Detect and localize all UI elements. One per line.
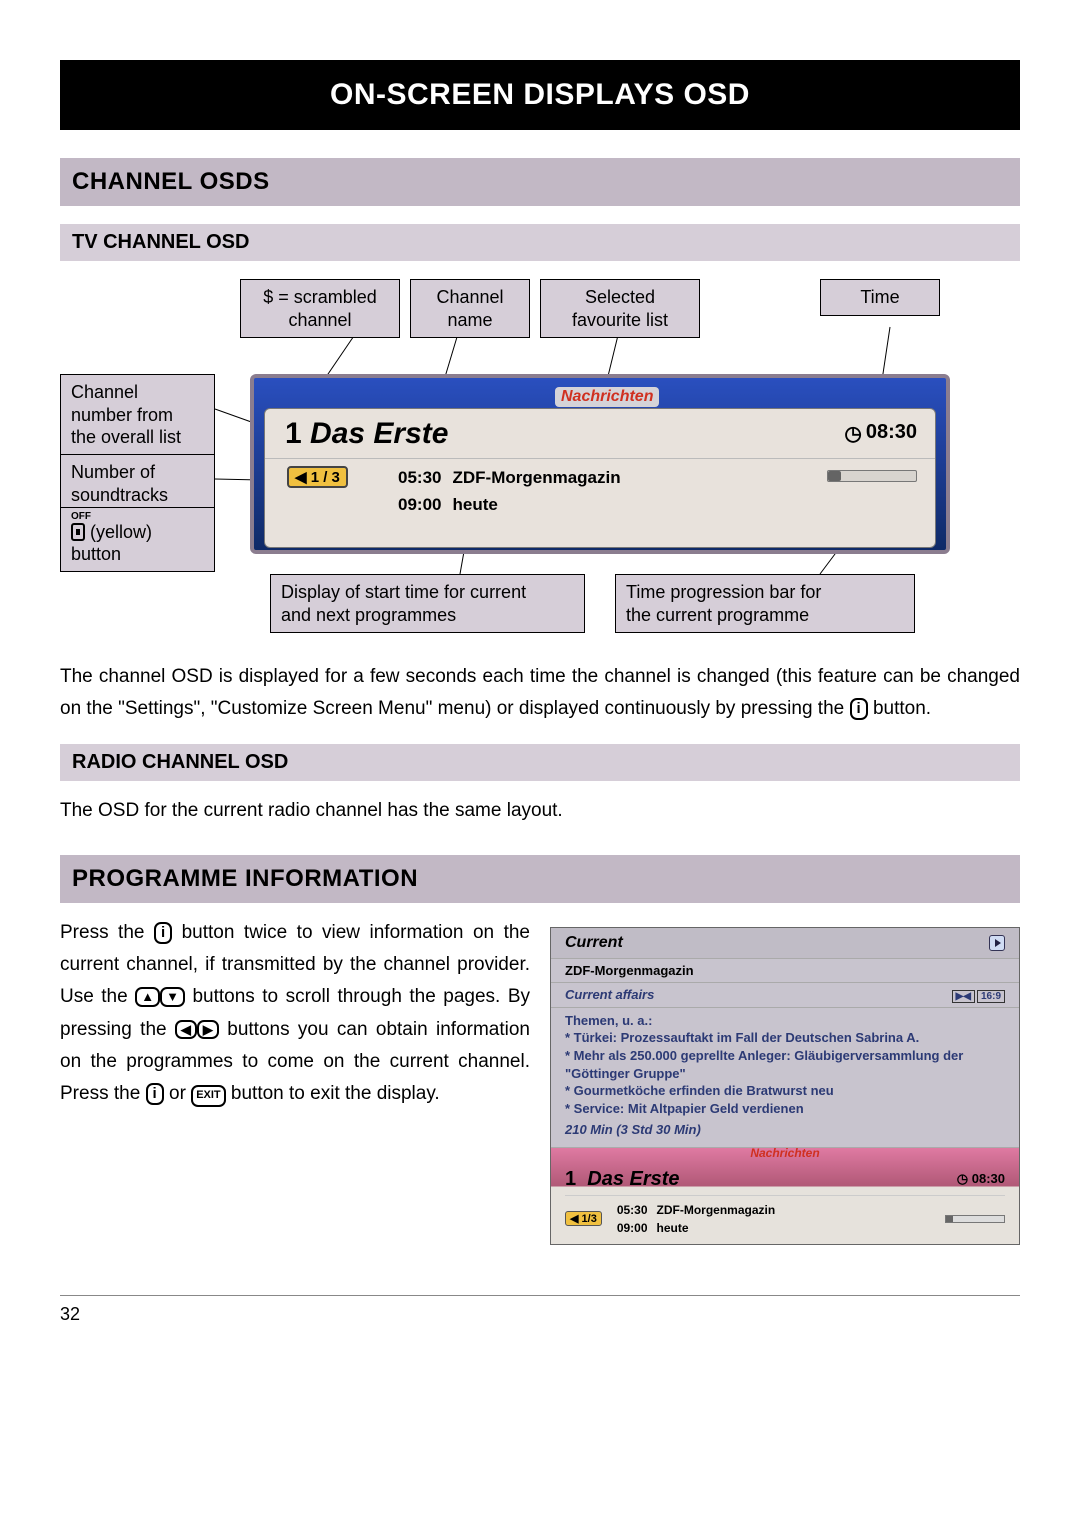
label-scrambled: $ = scrambledchannel xyxy=(240,279,400,338)
paragraph-channel-osd: The channel OSD is displayed for a few s… xyxy=(60,661,1020,726)
page-title: ON-SCREEN DISPLAYS OSD xyxy=(60,60,1020,130)
info-button-icon: i xyxy=(146,1083,164,1105)
label-progress-bar: Time progression bar forthe current prog… xyxy=(615,574,915,633)
right-button-icon: ▶ xyxy=(197,1020,219,1040)
osd-screenshot: Nachrichten 1 Das Erste ◷08:30 ◀ 1 / 3 0… xyxy=(250,374,950,554)
pi-badges: ▶◀16:9 xyxy=(950,987,1005,1003)
pi-footer-sound-badge: ◀ 1/3 xyxy=(565,1211,602,1226)
label-soundtracks: Number ofsoundtracks xyxy=(60,454,215,513)
label-favourite-list: Selectedfavourite list xyxy=(540,279,700,338)
pi-footer-channel: 1 Das Erste xyxy=(565,1168,680,1191)
osd-time: ◷08:30 xyxy=(844,421,917,446)
section-channel-osds: CHANNEL OSDS xyxy=(60,158,1020,206)
pi-title: ZDF-Morgenmagazin xyxy=(551,958,1019,982)
up-button-icon: ▲ xyxy=(135,987,160,1007)
label-channel-number: Channelnumber fromthe overall list xyxy=(60,374,215,456)
down-button-icon: ▼ xyxy=(160,987,185,1007)
page-number: 32 xyxy=(60,1304,1020,1325)
left-button-icon: ◀ xyxy=(175,1020,197,1040)
label-channel-name: Channelname xyxy=(410,279,530,338)
exit-button-icon: EXIT xyxy=(191,1085,225,1106)
pi-footer-progress xyxy=(945,1215,1005,1223)
pi-description: Themen, u. a.: * Türkei: Prozessauftakt … xyxy=(551,1007,1019,1147)
osd-favourite-tag: Nachrichten xyxy=(555,387,659,407)
pi-header-label: Current xyxy=(565,934,623,952)
label-yellow-button: OFF (yellow)button xyxy=(60,507,215,572)
tv-osd-diagram: $ = scrambledchannel Channelname Selecte… xyxy=(60,279,1020,639)
yellow-button-icon xyxy=(71,523,85,541)
pi-footer-programmes: 05:30ZDF-Morgenmagazin 09:00heute xyxy=(614,1200,783,1238)
clock-icon: ◷ xyxy=(844,421,861,446)
soundtrack-badge: ◀ 1 / 3 xyxy=(287,466,348,488)
section-programme-information: PROGRAMME INFORMATION xyxy=(60,855,1020,903)
paragraph-radio-osd: The OSD for the current radio channel ha… xyxy=(60,795,1020,827)
subsection-radio-channel-osd: RADIO CHANNEL OSD xyxy=(60,744,1020,781)
pi-footer-time: ◷ 08:30 xyxy=(957,1171,1005,1187)
footer-rule xyxy=(60,1295,1020,1296)
label-start-time: Display of start time for currentand nex… xyxy=(270,574,585,633)
info-button-icon: i xyxy=(154,922,172,944)
programme-info-screenshot: Current ZDF-Morgenmagazin Current affair… xyxy=(550,927,1020,1245)
osd-programme-list: 05:30ZDF-Morgenmagazin 09:00heute xyxy=(395,464,631,520)
osd-channel: 1 Das Erste xyxy=(285,417,448,451)
label-time: Time xyxy=(820,279,940,316)
play-icon xyxy=(989,935,1005,951)
osd-progress-bar xyxy=(827,470,917,482)
subsection-tv-channel-osd: TV CHANNEL OSD xyxy=(60,224,1020,261)
pi-genre: Current affairs xyxy=(565,987,654,1002)
info-button-icon: i xyxy=(850,698,868,720)
pi-footer-tag: Nachrichten xyxy=(750,1146,819,1160)
